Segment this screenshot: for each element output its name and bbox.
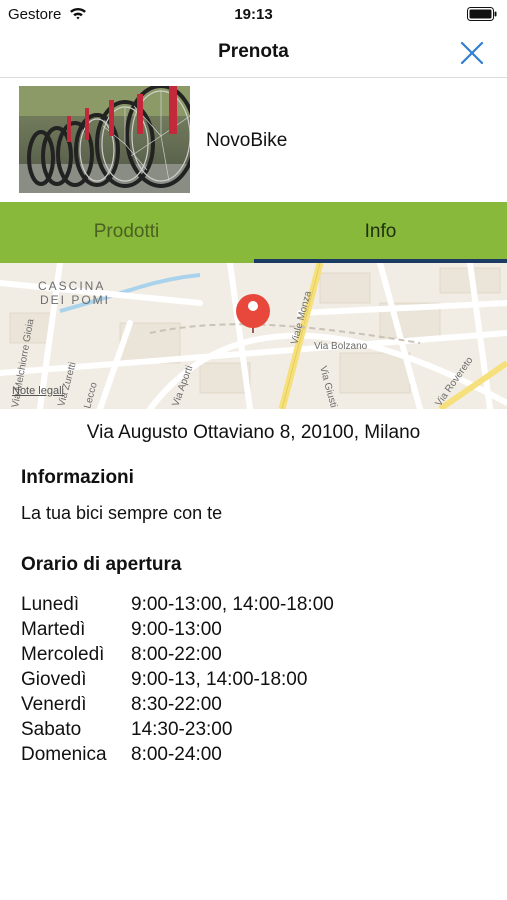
map-label-bolzano: Via Bolzano xyxy=(314,341,368,352)
opening-hours-list: Lunedì 9:00-13:00, 14:00-18:00 Martedì 9… xyxy=(21,594,481,769)
hours-day: Giovedì xyxy=(21,669,87,690)
hours-time: 9:00-13:00 xyxy=(131,619,222,640)
hours-day: Martedì xyxy=(21,619,86,640)
map-canvas: CASCINA DEI POMI Via Melchiorre Gioia Vi… xyxy=(0,263,507,409)
location-map[interactable]: CASCINA DEI POMI Via Melchiorre Gioia Vi… xyxy=(0,263,507,409)
hours-time: 8:00-24:00 xyxy=(131,744,222,765)
page-title: Prenota xyxy=(218,41,289,62)
map-label-district-2: DEI POMI xyxy=(40,293,110,307)
hours-day: Mercoledì xyxy=(21,644,105,665)
list-item: Martedì 9:00-13:00 xyxy=(21,619,481,644)
info-description: La tua bici sempre con te xyxy=(21,503,223,523)
bike-photo-icon xyxy=(19,86,190,193)
list-item: Venerdì 8:30-22:00 xyxy=(21,694,481,719)
hours-time: 8:30-22:00 xyxy=(131,694,222,715)
info-heading: Informazioni xyxy=(21,467,134,488)
status-time: 19:13 xyxy=(234,6,273,23)
map-legal-link[interactable]: Note legali xyxy=(12,385,64,397)
tab-info[interactable]: Info xyxy=(254,202,507,263)
shop-thumbnail xyxy=(19,86,190,193)
list-item: Domenica 8:00-24:00 xyxy=(21,744,481,769)
hours-day: Sabato xyxy=(21,719,82,740)
hours-day: Domenica xyxy=(21,744,107,765)
opening-hours-heading: Orario di apertura xyxy=(21,554,182,575)
map-label-district: CASCINA xyxy=(38,279,105,293)
hours-day: Venerdì xyxy=(21,694,87,715)
hours-time: 14:30-23:00 xyxy=(131,719,233,740)
hours-time: 9:00-13:00, 14:00-18:00 xyxy=(131,594,334,615)
list-item: Lunedì 9:00-13:00, 14:00-18:00 xyxy=(21,594,481,619)
hours-time: 9:00-13, 14:00-18:00 xyxy=(131,669,308,690)
hours-time: 8:00-22:00 xyxy=(131,644,222,665)
shop-name: NovoBike xyxy=(206,130,288,151)
shop-address: Via Augusto Ottaviano 8, 20100, Milano xyxy=(86,422,421,443)
shop-header: NovoBike xyxy=(0,79,507,202)
segmented-tabs: Prodotti Info xyxy=(0,202,507,263)
list-item: Giovedì 9:00-13, 14:00-18:00 xyxy=(21,669,481,694)
list-item: Sabato 14:30-23:00 xyxy=(21,719,481,744)
status-bar: Gestore 19:13 xyxy=(0,0,507,28)
hours-day: Lunedì xyxy=(21,594,80,615)
tab-prodotti[interactable]: Prodotti xyxy=(0,202,253,263)
list-item: Mercoledì 8:00-22:00 xyxy=(21,644,481,669)
navigation-bar: Prenota xyxy=(0,28,507,78)
close-icon[interactable] xyxy=(459,40,485,66)
battery-icon xyxy=(467,7,497,21)
